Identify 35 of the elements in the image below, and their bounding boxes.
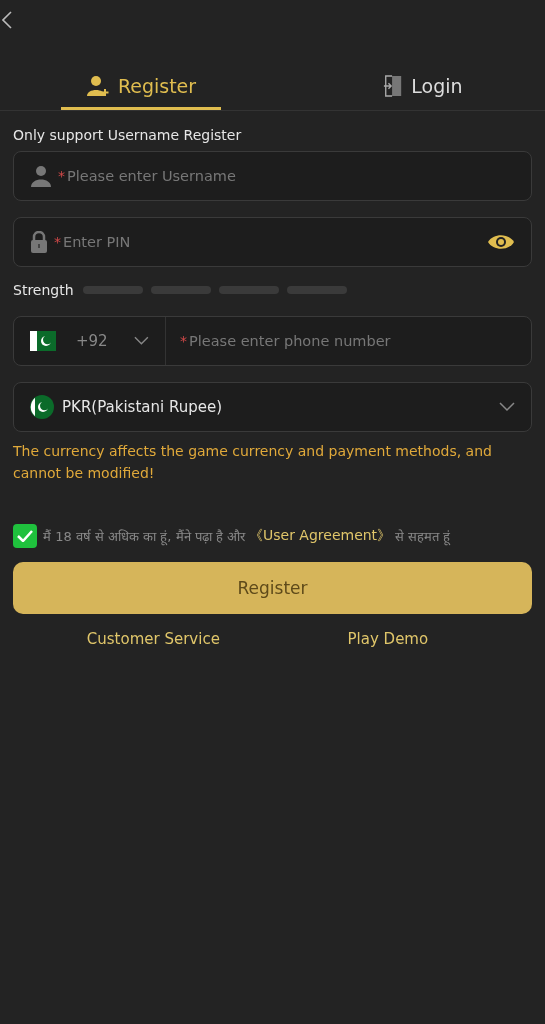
- user-add-icon: [85, 74, 110, 97]
- footer-link[interactable]: Customer Service: [86, 630, 220, 648]
- user-agreement-link[interactable]: 《User Agreement》: [249, 527, 392, 545]
- user-icon: [30, 165, 52, 187]
- tab[interactable]: Register: [61, 64, 221, 110]
- username-placeholder: Please enter Username: [67, 168, 236, 184]
- agreement-suffix: से सहमत हूं: [395, 528, 451, 545]
- required-mark: *: [54, 234, 61, 250]
- check-icon: [17, 530, 33, 542]
- chevron-down-icon: [499, 402, 515, 412]
- strength-label: Strength: [13, 282, 74, 298]
- currency-warning: The currency affects the game currency and payment methods, and cannot be modified!: [13, 442, 493, 483]
- phone-placeholder: Please enter phone number: [189, 333, 391, 349]
- flag-icon: [30, 395, 54, 419]
- flag-icon: [30, 331, 56, 351]
- register-button[interactable]: Register: [13, 562, 532, 614]
- eye-icon[interactable]: [487, 233, 515, 251]
- door-icon: [383, 74, 404, 97]
- required-mark: *: [180, 333, 187, 349]
- currency-value: PKR(Pakistani Rupee): [62, 398, 222, 416]
- required-mark: *: [58, 168, 65, 184]
- lock-icon: [30, 231, 48, 253]
- footer-link[interactable]: Play Demo: [347, 630, 429, 648]
- tab[interactable]: Login: [343, 64, 503, 110]
- back-icon[interactable]: [2, 11, 12, 29]
- pin-field[interactable]: *Enter PIN: [13, 217, 532, 267]
- phone-field[interactable]: *Please enter phone number: [166, 333, 391, 349]
- chevron-down-icon: [134, 336, 149, 346]
- currency-select[interactable]: PKR(Pakistani Rupee): [13, 382, 532, 432]
- agreement-checkbox[interactable]: [13, 524, 37, 548]
- agreement-text: मैं 18 वर्ष से अधिक का हूं, मैंने पढ़ा है और: [43, 528, 245, 545]
- username-field[interactable]: *Please enter Username: [13, 151, 532, 201]
- country-code-select[interactable]: +92: [14, 317, 166, 365]
- pin-placeholder: Enter PIN: [63, 234, 131, 250]
- notice-text: Only support Username Register: [13, 127, 243, 143]
